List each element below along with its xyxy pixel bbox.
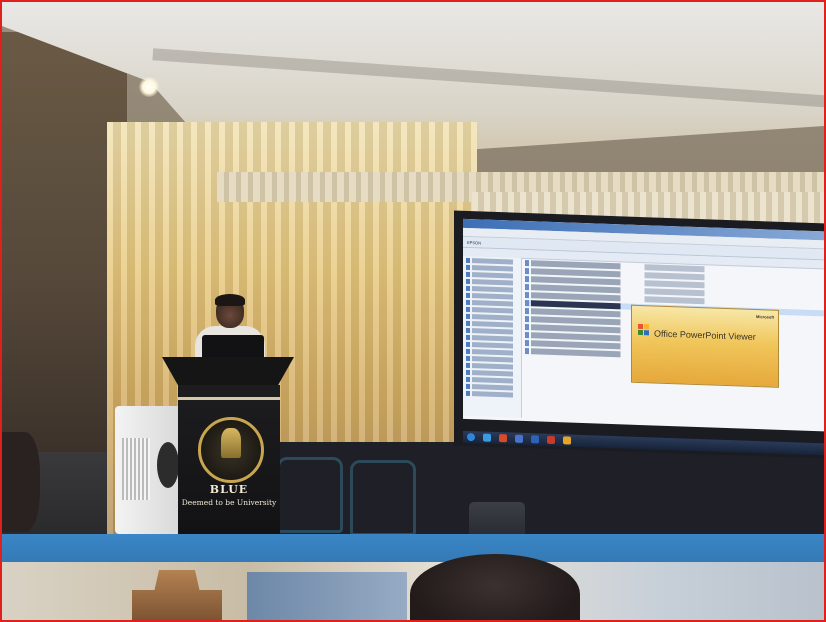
app-icon [515, 434, 523, 443]
podium-tagline: Deemed to be University [181, 498, 277, 507]
office-logo-icon [638, 323, 650, 336]
start-icon [467, 432, 475, 442]
nav-item [466, 285, 518, 293]
projected-window: EPSON Microsoft Office PowerPoint Viewer [463, 218, 824, 432]
ceiling-lamp [139, 77, 159, 97]
nav-item [466, 320, 518, 328]
nav-item [466, 306, 518, 314]
nav-item [466, 334, 518, 342]
address-text: EPSON [467, 239, 482, 245]
nav-item [466, 341, 518, 349]
nav-item [466, 390, 518, 398]
nav-item [466, 376, 518, 384]
app-icon [547, 435, 555, 445]
nav-item [466, 327, 518, 335]
presenter-hair [215, 294, 245, 306]
cooler-grill [122, 438, 150, 500]
app-icon [499, 434, 507, 443]
nav-item [466, 292, 518, 300]
university-emblem-icon [198, 417, 264, 483]
podium-name: BLUE [209, 483, 249, 496]
nav-item [466, 362, 518, 370]
nav-item [466, 313, 518, 321]
splash-brand: Microsoft [756, 314, 774, 320]
app-icon [563, 436, 571, 445]
powerpoint-viewer-splash: Microsoft Office PowerPoint Viewer [631, 304, 779, 388]
browser-icon [483, 433, 491, 442]
nav-item [466, 271, 518, 279]
photo-frame: EPSON Microsoft Office PowerPoint Viewer… [0, 0, 826, 622]
podium: BLUE Deemed to be University [162, 357, 294, 555]
splash-title: Office PowerPoint Viewer [654, 328, 756, 343]
podium-stripe [178, 397, 280, 400]
podium-top [162, 357, 294, 385]
nav-item [466, 348, 518, 356]
nav-item [466, 369, 518, 377]
app-icon [531, 435, 539, 444]
podium-body: BLUE Deemed to be University [178, 385, 280, 555]
banner-graphic [247, 572, 407, 620]
chair [350, 460, 416, 536]
nav-item [466, 299, 518, 307]
audience-person-left [2, 432, 40, 532]
navigation-pane [463, 255, 522, 418]
projection-screen: EPSON Microsoft Office PowerPoint Viewer [454, 210, 824, 459]
nav-item [466, 355, 518, 363]
nav-item [466, 257, 518, 265]
nav-item [466, 383, 518, 391]
nav-item [466, 264, 518, 272]
nav-item [466, 278, 518, 286]
